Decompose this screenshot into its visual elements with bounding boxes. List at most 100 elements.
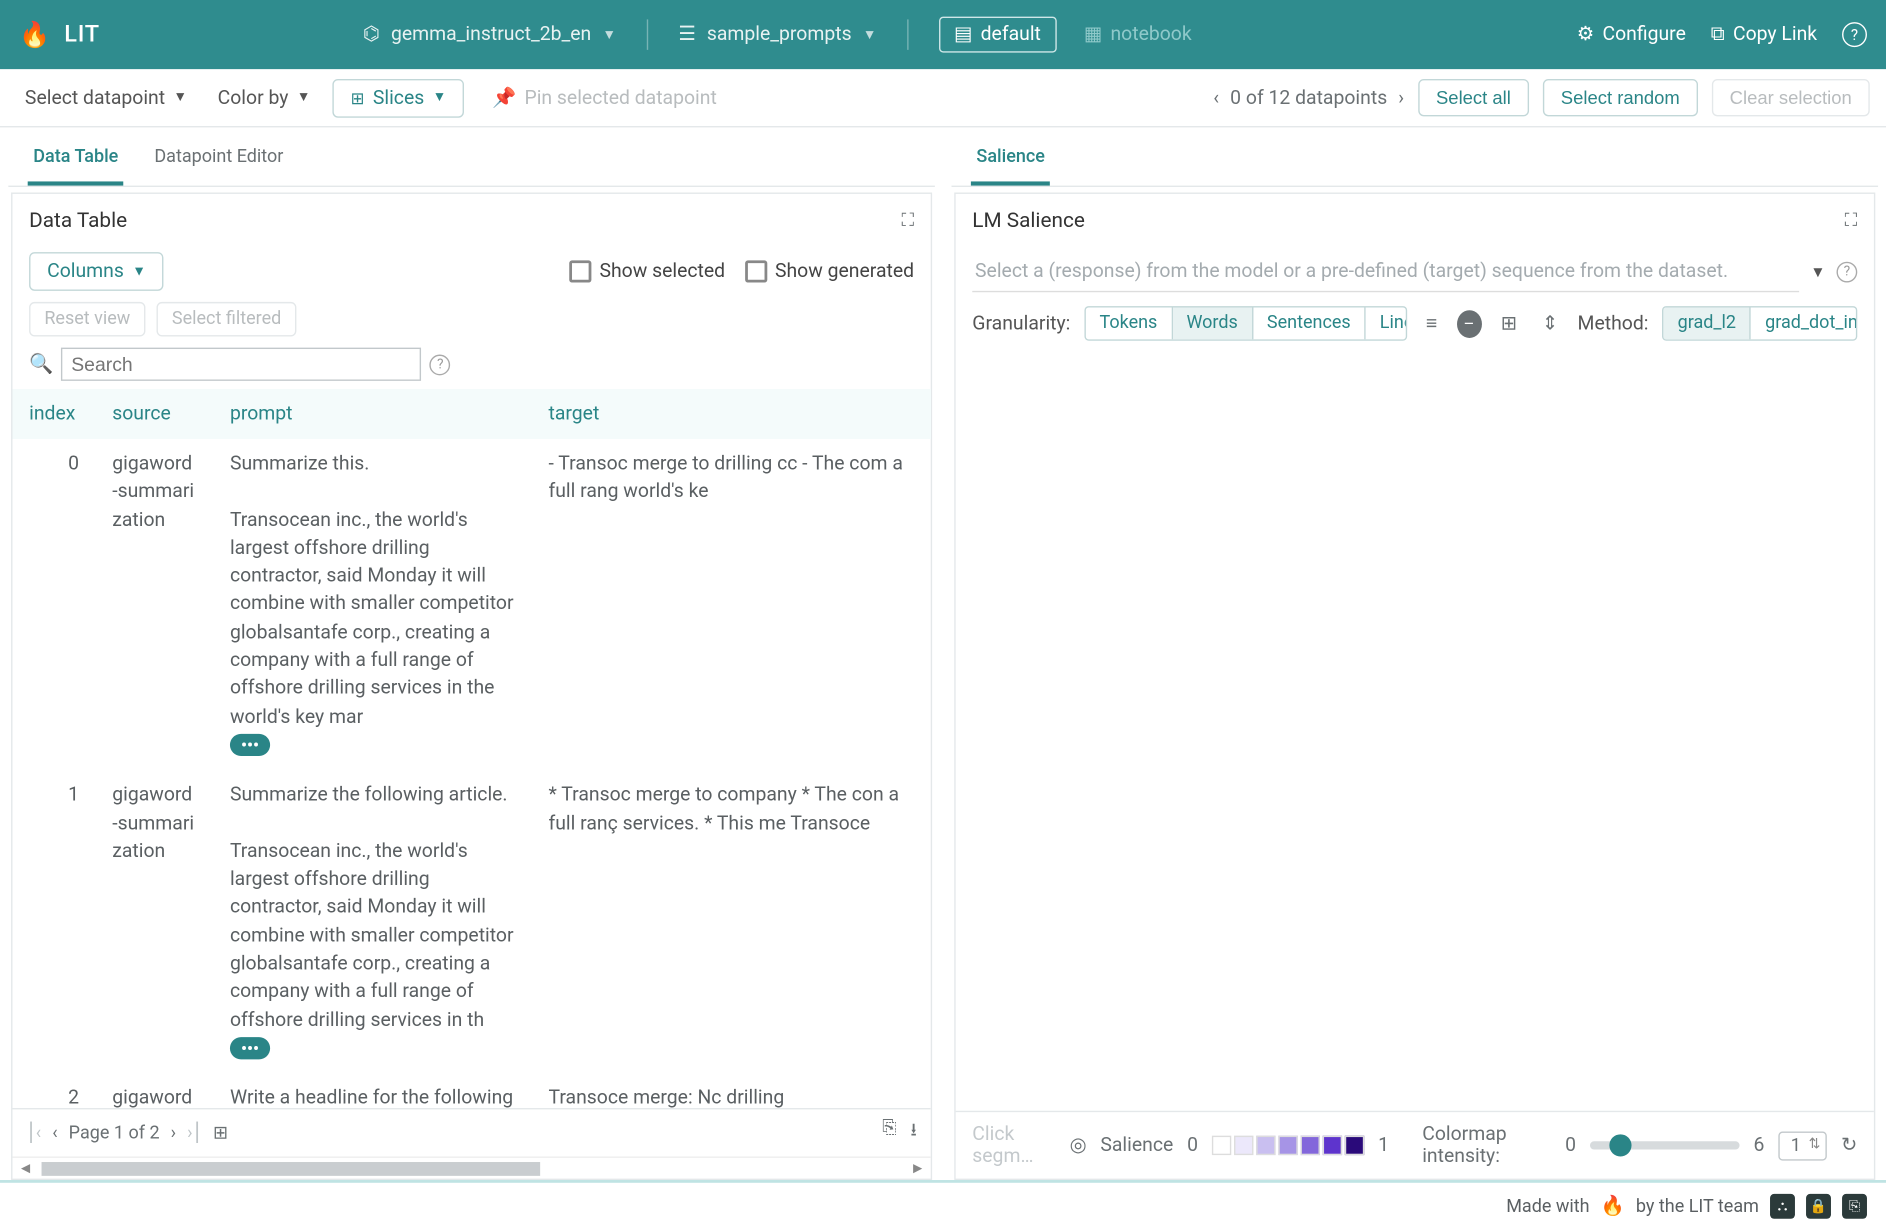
intensity-spinner[interactable]: 1 — [1778, 1131, 1827, 1160]
slider-knob[interactable] — [1609, 1134, 1631, 1156]
reset-icon[interactable]: ↻ — [1841, 1134, 1857, 1156]
cell-target: * Transoc merge to company * The con a f… — [532, 770, 931, 1073]
tab-datapoint-editor[interactable]: Datapoint Editor — [149, 139, 289, 186]
prev-icon[interactable]: ‹ — [1213, 87, 1219, 109]
density-icon[interactable]: ≡ — [1420, 309, 1442, 338]
expand-icon[interactable]: ⛶ — [901, 210, 914, 231]
colormap-high: 6 — [1754, 1134, 1765, 1156]
scroll-right-icon[interactable]: ► — [905, 1159, 931, 1177]
page-footer: Made with 🔥 by the LIT team ⛬ 🔒 ⎘ — [0, 1180, 1886, 1230]
caret-down-icon[interactable]: ▼ — [1810, 263, 1825, 281]
caret-down-icon: ▼ — [433, 90, 447, 105]
pin-icon: 📌 — [492, 87, 516, 109]
columns-dropdown[interactable]: Columns ▼ — [29, 252, 164, 291]
method-grad-dot-input[interactable]: grad_dot_input — [1751, 307, 1857, 339]
next-page-icon[interactable]: › — [171, 1123, 176, 1144]
separator — [647, 19, 648, 49]
first-page-icon[interactable]: ⎮‹ — [26, 1123, 41, 1144]
slices-button[interactable]: ⊞ Slices ▼ — [333, 78, 465, 117]
dataset-selector-label: sample_prompts — [707, 24, 852, 46]
col-source[interactable]: source — [96, 389, 214, 439]
configure-label: Configure — [1602, 24, 1685, 46]
expand-icon[interactable]: ⛶ — [1845, 210, 1858, 231]
horizontal-scrollbar[interactable]: ◄ ► — [12, 1156, 930, 1178]
granularity-tokens[interactable]: Tokens — [1086, 307, 1173, 339]
swatch — [1234, 1136, 1253, 1155]
col-index[interactable]: index — [12, 389, 95, 439]
help-icon[interactable]: ? — [1837, 262, 1858, 283]
tab-data-table[interactable]: Data Table — [28, 139, 124, 186]
scale-high: 1 — [1378, 1134, 1389, 1156]
download-icon[interactable]: ⭳ — [911, 1118, 917, 1148]
toggle-icon[interactable]: – — [1457, 310, 1482, 338]
checkbox-icon — [745, 260, 767, 282]
select-filtered-button: Select filtered — [157, 302, 297, 337]
configure-button[interactable]: ⚙ Configure — [1577, 24, 1686, 46]
clear-selection-button: Clear selection — [1712, 79, 1870, 116]
link-icon: ⧉ — [1711, 24, 1725, 46]
more-icon[interactable]: ••• — [230, 1037, 270, 1059]
more-icon[interactable]: ••• — [230, 734, 270, 756]
bug-icon[interactable]: ⛬ — [1770, 1194, 1795, 1219]
search-input[interactable] — [62, 348, 422, 381]
granularity-words[interactable]: Words — [1173, 307, 1253, 339]
select-random-button[interactable]: Select random — [1543, 79, 1698, 116]
layout-notebook-button[interactable]: ▦ notebook — [1070, 18, 1206, 51]
data-table-card: Data Table ⛶ Columns ▼ Show selected Sho… — [11, 193, 932, 1181]
reset-view-button: Reset view — [29, 302, 145, 337]
lm-salience-card: LM Salience ⛶ Select a (response) from t… — [954, 193, 1875, 1181]
cell-target: - Transoc merge to drilling cc - The com… — [532, 439, 931, 770]
search-icon: 🔍 — [29, 353, 53, 375]
caret-down-icon: ▼ — [602, 27, 616, 42]
copy-link-button[interactable]: ⧉ Copy Link — [1711, 24, 1817, 46]
separator — [907, 19, 908, 49]
select-datapoint-label: Select datapoint — [25, 87, 165, 109]
colormap-slider[interactable] — [1590, 1141, 1740, 1149]
feedback-icon[interactable]: ⎘ — [1842, 1194, 1867, 1219]
color-by-dropdown[interactable]: Color by ▼ — [209, 81, 318, 114]
help-icon[interactable]: ? — [1842, 22, 1867, 47]
help-icon[interactable]: ? — [430, 354, 451, 375]
click-segment-hint: Click segm… — [972, 1123, 1055, 1167]
select-all-button[interactable]: Select all — [1418, 79, 1529, 116]
select-datapoint-dropdown[interactable]: Select datapoint ▼ — [17, 81, 196, 114]
scroll-left-icon[interactable]: ◄ — [12, 1159, 38, 1177]
col-prompt[interactable]: prompt — [213, 389, 532, 439]
target-selector[interactable]: Select a (response) from the model or a … — [972, 252, 1799, 292]
last-page-icon[interactable]: ›⎮ — [187, 1123, 202, 1144]
fire-icon: 🔥 — [1601, 1195, 1625, 1217]
table-row[interactable]: 2 gigaword-summarization Write a headlin… — [12, 1074, 930, 1108]
copy-icon[interactable]: ⎘ — [882, 1118, 896, 1148]
layout-default-button[interactable]: ▤ default — [939, 17, 1056, 53]
method-grad-l2[interactable]: grad_l2 — [1664, 307, 1752, 339]
cell-prompt: Summarize the following article. Transoc… — [213, 770, 532, 1073]
dataset-selector[interactable]: ☰ sample_prompts ▼ — [678, 24, 876, 46]
target-icon: ◎ — [1070, 1134, 1087, 1156]
show-generated-label: Show generated — [775, 260, 914, 282]
caret-down-icon: ▼ — [132, 264, 146, 279]
right-pane: Salience LM Salience ⛶ Select a (respons… — [951, 127, 1878, 1180]
cell-source: gigaword-summarization — [96, 770, 214, 1073]
grid-view-icon[interactable]: ⊞ — [1495, 310, 1522, 338]
col-target[interactable]: target — [532, 389, 931, 439]
swatch — [1301, 1136, 1320, 1155]
model-selector[interactable]: ⌬ gemma_instruct_2b_en ▼ — [363, 24, 616, 46]
data-table-title: Data Table — [29, 208, 127, 233]
show-selected-checkbox[interactable]: Show selected — [569, 260, 725, 282]
split-icon[interactable]: ⇕ — [1536, 310, 1563, 338]
next-icon[interactable]: › — [1398, 87, 1404, 109]
show-generated-checkbox[interactable]: Show generated — [745, 260, 915, 282]
logo-fire-icon: 🔥 — [19, 20, 50, 49]
left-tabs: Data Table Datapoint Editor — [8, 127, 935, 187]
prev-page-icon[interactable]: ‹ — [52, 1123, 57, 1144]
grid-icon[interactable]: ⊞ — [213, 1123, 228, 1144]
tab-salience[interactable]: Salience — [971, 139, 1051, 186]
table-scroll[interactable]: index source prompt target 0 gigaword-su… — [12, 389, 930, 1108]
granularity-lines[interactable]: Lines — [1366, 307, 1407, 339]
table-row[interactable]: 1 gigaword-summarization Summarize the f… — [12, 770, 930, 1073]
granularity-sentences[interactable]: Sentences — [1253, 307, 1366, 339]
table-row[interactable]: 0 gigaword-summarization Summarize this.… — [12, 439, 930, 770]
checkbox-icon — [569, 260, 591, 282]
swatch — [1278, 1136, 1297, 1155]
lock-icon[interactable]: 🔒 — [1806, 1194, 1831, 1219]
